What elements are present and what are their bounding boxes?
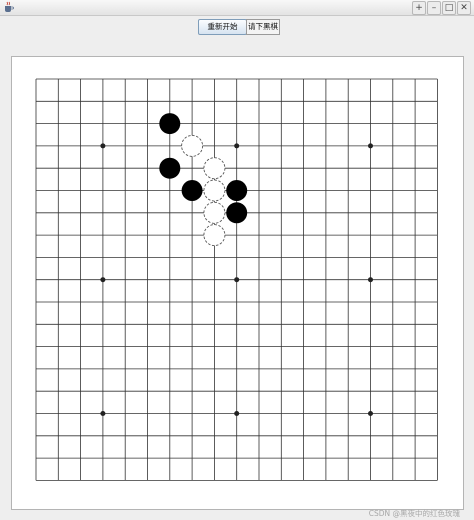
star-point	[100, 143, 106, 149]
black-stone	[226, 180, 248, 201]
star-point	[100, 411, 106, 416]
star-point	[234, 143, 240, 149]
restart-button[interactable]: 重新开始	[198, 19, 247, 35]
black-stone	[226, 202, 248, 224]
white-stone	[203, 201, 226, 224]
star-point	[368, 411, 373, 416]
star-point	[368, 277, 373, 283]
java-coffee-cup-icon	[5, 1, 14, 12]
star-point	[368, 143, 373, 149]
restore-icon[interactable]: □	[442, 1, 456, 15]
black-stone	[159, 113, 181, 135]
white-stone	[203, 179, 226, 202]
window-controls: + – □ ✕	[412, 1, 471, 15]
white-stone	[203, 157, 226, 180]
star-point	[234, 411, 240, 416]
black-stone	[181, 180, 203, 201]
go-board[interactable]	[12, 57, 463, 509]
board-panel[interactable]	[11, 56, 464, 510]
toolbar: 重新开始 请下黑棋	[0, 15, 474, 40]
black-stone	[159, 157, 181, 179]
star-point	[100, 277, 106, 283]
star-point	[234, 277, 240, 283]
minimize-icon[interactable]: +	[412, 1, 426, 15]
title-bar: + – □ ✕	[0, 0, 474, 16]
turn-status-label: 请下黑棋	[246, 19, 280, 35]
white-stone	[181, 134, 204, 157]
maximize-icon[interactable]: –	[427, 1, 441, 15]
watermark: CSDN @黑夜中的红色玫瑰	[368, 509, 460, 518]
close-icon[interactable]: ✕	[457, 1, 471, 15]
white-stone	[203, 224, 226, 247]
